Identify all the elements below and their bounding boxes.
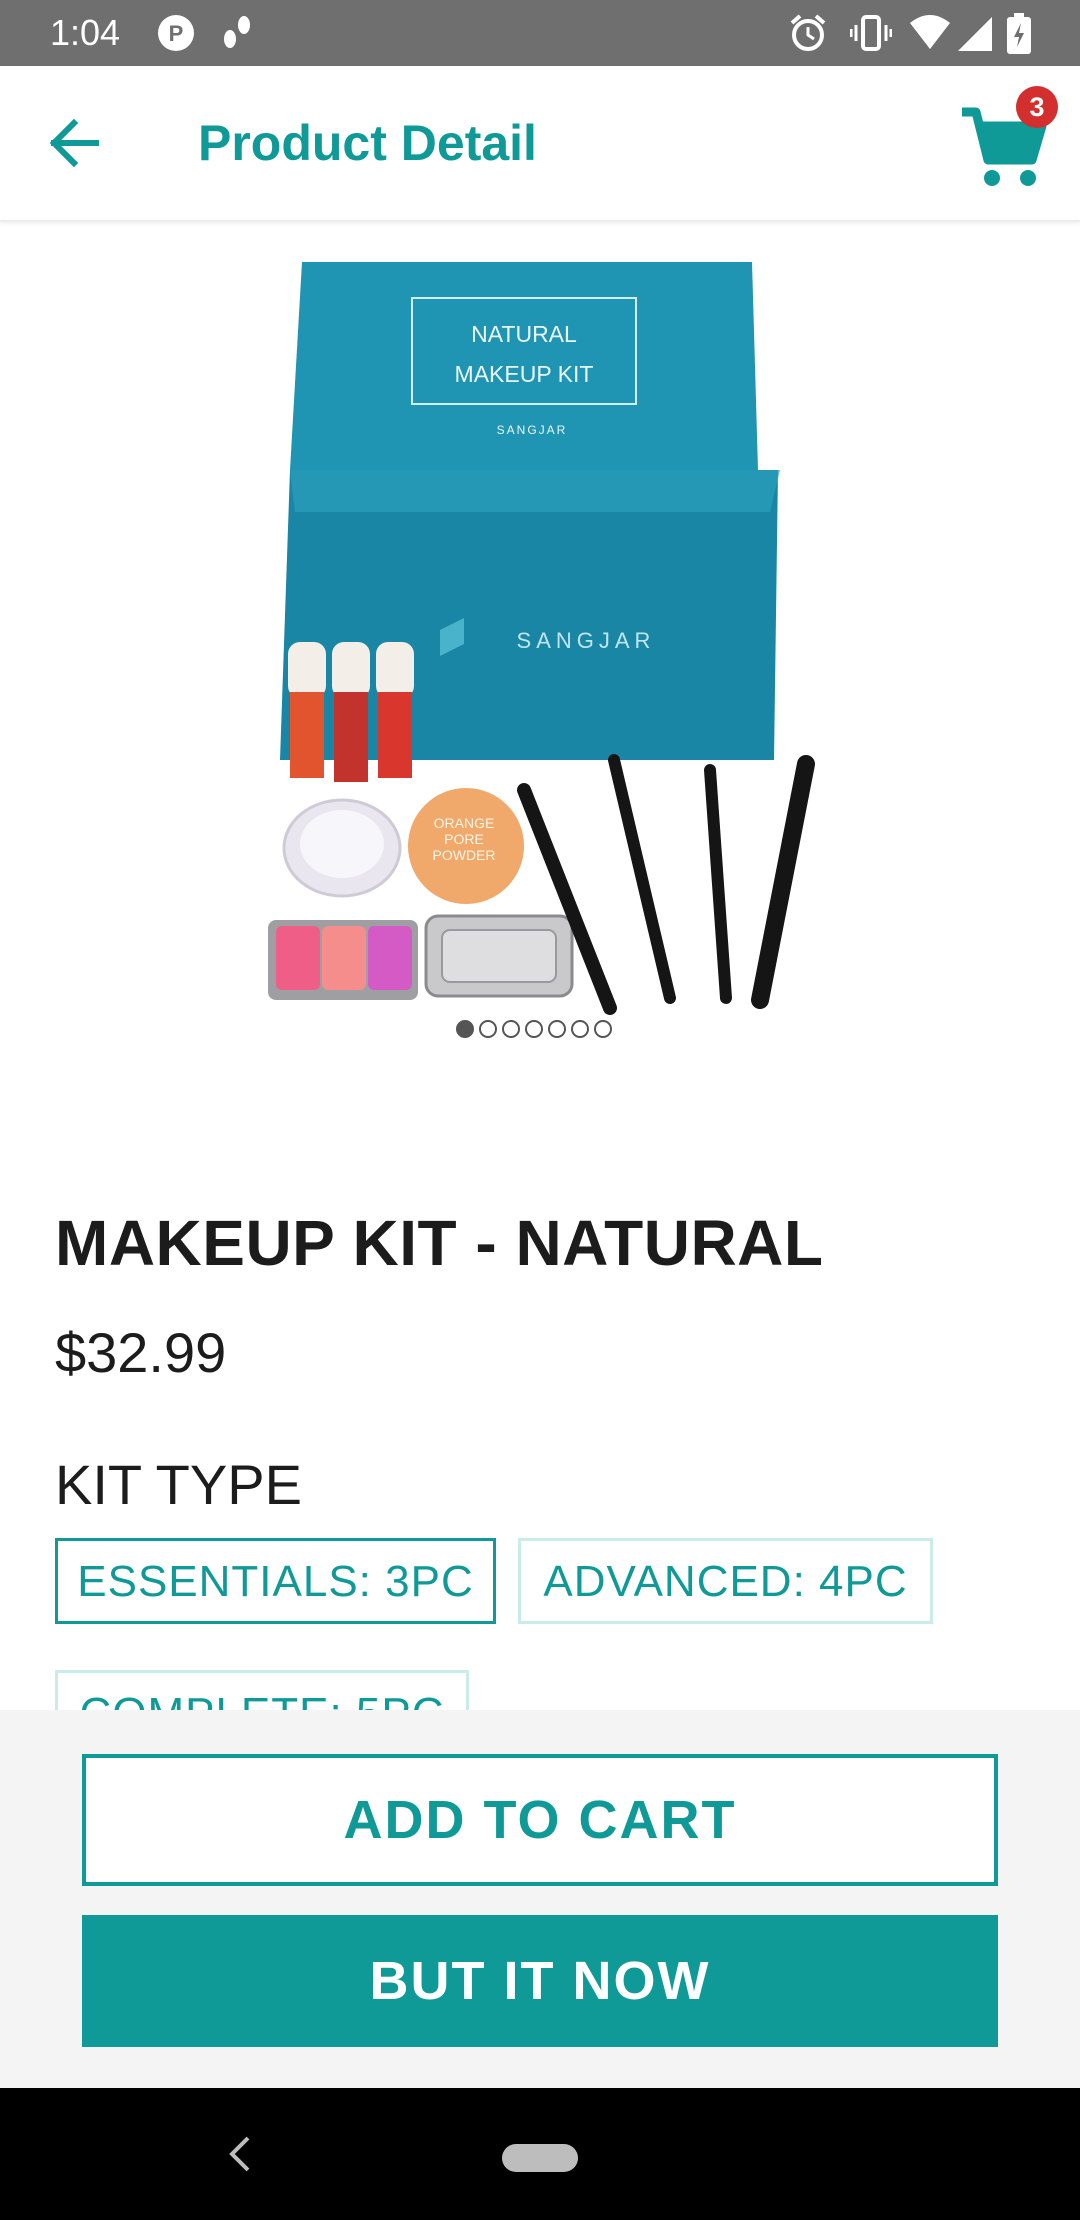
carousel-dot[interactable] bbox=[594, 1020, 612, 1038]
box-brand-small: SANGJAR bbox=[497, 423, 568, 437]
signal-icon bbox=[956, 13, 994, 58]
box-brand: SANGJAR bbox=[517, 628, 656, 653]
carousel-dot[interactable] bbox=[479, 1020, 497, 1038]
wifi-icon bbox=[908, 13, 952, 58]
kit-option-advanced[interactable]: ADVANCED: 4PC bbox=[518, 1538, 933, 1624]
status-time: 1:04 bbox=[50, 12, 121, 53]
product-name: MAKEUP KIT - NATURAL bbox=[55, 1207, 824, 1279]
notification-p-icon: P bbox=[156, 13, 196, 58]
back-arrow-icon bbox=[49, 118, 99, 168]
steps-icon bbox=[220, 13, 256, 58]
system-nav-bar bbox=[0, 2088, 1080, 2220]
box-title-line2: MAKEUP KIT bbox=[455, 361, 594, 387]
powder-label-line2: PORE bbox=[444, 831, 484, 847]
product-price: $32.99 bbox=[55, 1321, 227, 1384]
app-bar: Product Detail 3 bbox=[0, 66, 1080, 222]
kit-option-essentials[interactable]: ESSENTIALS: 3PC bbox=[55, 1538, 496, 1624]
carousel-dot[interactable] bbox=[456, 1020, 474, 1038]
carousel-dot[interactable] bbox=[571, 1020, 589, 1038]
page-title: Product Detail bbox=[198, 115, 537, 171]
carousel-dot[interactable] bbox=[525, 1020, 543, 1038]
nav-back-icon bbox=[229, 2136, 250, 2172]
home-pill-button[interactable] bbox=[502, 2144, 578, 2172]
cart-count-badge: 3 bbox=[1016, 86, 1058, 128]
battery-icon bbox=[1006, 13, 1032, 60]
nav-back-button[interactable] bbox=[222, 2132, 258, 2176]
carousel-indicator bbox=[456, 1020, 612, 1046]
buy-now-button[interactable]: BUT IT NOW bbox=[82, 1915, 998, 2047]
back-button[interactable] bbox=[42, 110, 108, 176]
powder-label-line3: POWDER bbox=[433, 847, 496, 863]
product-image[interactable]: NATURAL MAKEUP KIT SANGJAR SANGJAR ORANG… bbox=[80, 230, 1000, 1030]
carousel-dot[interactable] bbox=[502, 1020, 520, 1038]
alarm-icon bbox=[788, 13, 828, 58]
carousel-dot[interactable] bbox=[548, 1020, 566, 1038]
svg-text:P: P bbox=[169, 21, 184, 46]
vibrate-icon bbox=[849, 13, 893, 58]
action-panel: ADD TO CART BUT IT NOW bbox=[0, 1710, 1080, 2088]
kit-type-label: KIT TYPE bbox=[55, 1453, 302, 1516]
powder-label-line1: ORANGE bbox=[434, 815, 495, 831]
status-bar: 1:04 P bbox=[0, 0, 1080, 66]
add-to-cart-button[interactable]: ADD TO CART bbox=[82, 1754, 998, 1886]
box-title-line1: NATURAL bbox=[471, 321, 577, 347]
